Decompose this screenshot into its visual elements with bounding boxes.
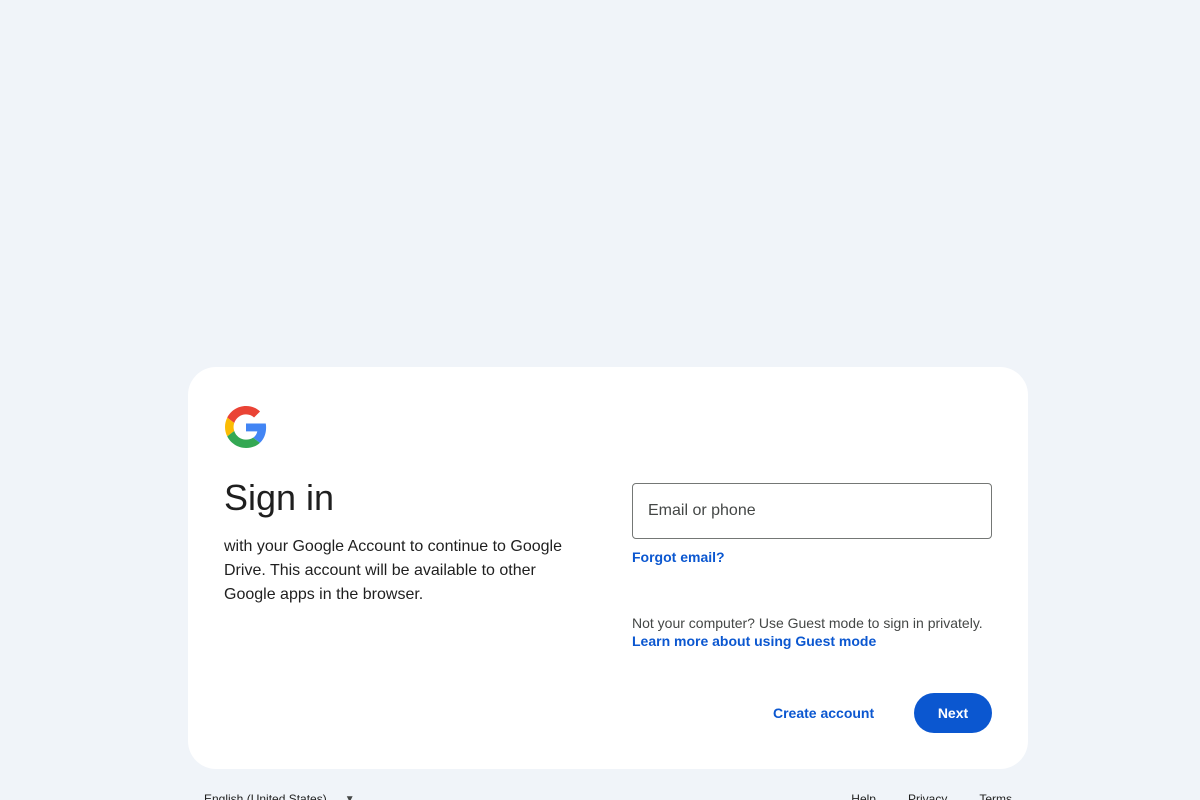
page-title: Sign in <box>224 477 335 518</box>
guest-mode-learn-more-link[interactable]: Learn more about using Guest mode <box>632 633 876 649</box>
terms-link[interactable]: Terms <box>979 792 1012 800</box>
forgot-email-link[interactable]: Forgot email? <box>632 549 725 565</box>
privacy-link[interactable]: Privacy <box>908 792 947 800</box>
email-input[interactable] <box>633 484 991 538</box>
help-link[interactable]: Help <box>851 792 876 800</box>
caret-down-icon: ▼ <box>344 793 355 800</box>
google-logo-icon <box>225 406 267 448</box>
guest-mode-text: Not your computer? Use Guest mode to sig… <box>632 615 983 631</box>
email-field-container <box>632 483 992 539</box>
page: Sign in with your Google Account to cont… <box>0 0 1200 800</box>
footer-links: Help Privacy Terms <box>851 792 1012 800</box>
signin-subtitle: with your Google Account to continue to … <box>224 538 562 603</box>
create-account-button[interactable]: Create account <box>758 693 889 733</box>
footer: English (United States) ▼ Help Privacy T… <box>188 790 1028 800</box>
signin-card: Sign in with your Google Account to cont… <box>188 367 1028 769</box>
language-label: English (United States) <box>204 792 327 800</box>
language-selector[interactable]: English (United States) ▼ <box>204 792 355 800</box>
next-button[interactable]: Next <box>914 693 992 733</box>
